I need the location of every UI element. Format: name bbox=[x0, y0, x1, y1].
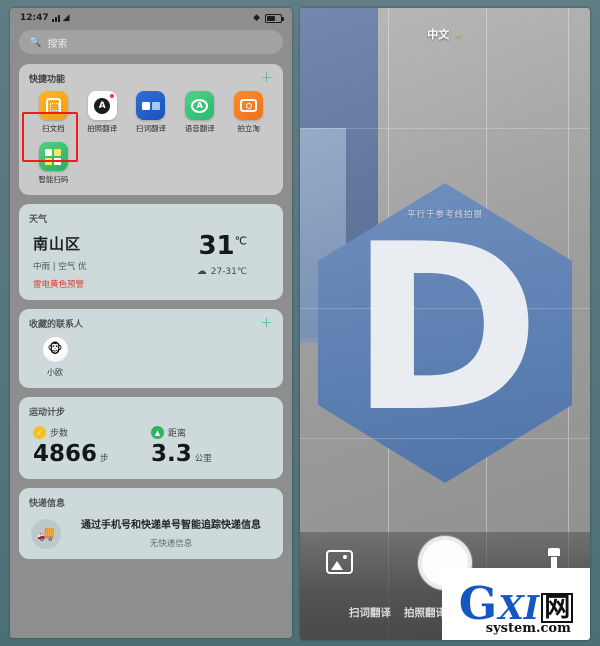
cloud-rain-icon: ☁ bbox=[196, 266, 207, 277]
steps-title: 运动计步 bbox=[29, 408, 66, 418]
quick-function-label: 扫文档 bbox=[42, 124, 65, 133]
quick-function-label: 智能扫码 bbox=[38, 175, 69, 184]
scan-document-icon bbox=[38, 91, 68, 120]
quick-functions-title: 快捷功能 bbox=[29, 75, 66, 85]
distance-icon: ▲ bbox=[151, 426, 164, 439]
photo-translate-icon: A bbox=[87, 91, 117, 120]
chevron-down-icon: ⌄ bbox=[454, 28, 463, 40]
distance-value: 3.3 bbox=[151, 441, 192, 467]
weather-temp-value: 31 bbox=[198, 231, 235, 261]
tab-photo-translate[interactable]: 拍照翻译 bbox=[404, 605, 446, 620]
quick-functions-grid: 扫文档 A 拍照翻译 扫词翻译 A 语音翻译 拍立淘 智能扫码 bbox=[29, 91, 273, 185]
quick-function-photo-translate[interactable]: A 拍照翻译 bbox=[78, 91, 127, 134]
express-card[interactable]: 快递信息 🚚 通过手机号和快递单号智能追踪快递信息 无快递信息 bbox=[19, 488, 283, 559]
steps-metric-value: 4866 步 bbox=[33, 441, 151, 467]
contacts-card: 收藏的联系人 + 🐵 小欧 bbox=[19, 309, 283, 388]
weather-card[interactable]: 天气 南山区 中雨 | 空气 优 雷电黄色预警 31℃ ☁ 27-31℃ bbox=[19, 204, 283, 300]
watermark-xi: XI bbox=[498, 588, 540, 628]
watermark: G XI 网 system.com bbox=[442, 568, 590, 640]
delivery-truck-icon: 🚚 bbox=[31, 519, 61, 549]
quick-function-label: 拍照翻译 bbox=[87, 124, 118, 133]
quick-function-label: 拍立淘 bbox=[237, 124, 260, 133]
gallery-icon[interactable] bbox=[326, 550, 353, 574]
express-title: 快递信息 bbox=[29, 499, 66, 509]
weather-title: 天气 bbox=[29, 215, 48, 225]
footprint-icon: ✓ bbox=[33, 426, 46, 439]
express-empty-text: 无快递信息 bbox=[149, 538, 193, 549]
steps-metric-count: ✓ 步数 4866 步 bbox=[33, 426, 151, 467]
distance-metric-label: 距离 bbox=[168, 429, 187, 439]
language-selector[interactable]: 中文 ⌄ bbox=[300, 26, 590, 42]
search-placeholder: 搜索 bbox=[47, 38, 68, 50]
capture-hint-text: 平行于参考线拍摄 bbox=[406, 210, 483, 220]
quick-function-shopping-camera[interactable]: 拍立淘 bbox=[224, 91, 273, 134]
search-icon: 🔍 bbox=[29, 36, 42, 48]
quick-function-label: 扫词翻译 bbox=[135, 124, 166, 133]
signal-bars-icon bbox=[51, 14, 60, 22]
word-translate-icon bbox=[136, 91, 166, 120]
screenshot-root: 12:47 ◢ ◆ 🔍 搜索 快捷功能 + 扫文档 A 拍照翻译 扫词翻译 A … bbox=[0, 0, 600, 646]
status-time: 12:47 bbox=[20, 13, 49, 23]
distance-metric-value: 3.3 公里 bbox=[151, 441, 269, 467]
dnd-icon: ◆ bbox=[253, 13, 260, 23]
watermark-subtitle: system.com bbox=[485, 621, 571, 637]
steps-card[interactable]: 运动计步 ✓ 步数 4866 步 ▲ 距离 3.3 公里 bbox=[19, 397, 283, 479]
quick-function-qr-scan[interactable]: 智能扫码 bbox=[29, 142, 78, 185]
camera-scan-screen: D 中文 ⌄ 平行于参考线拍摄 扫词翻译 拍照翻译 G XI 网 system.… bbox=[300, 8, 590, 640]
tab-word-translate[interactable]: 扫词翻译 bbox=[349, 605, 391, 620]
express-description: 通过手机号和快递单号智能追踪快递信息 bbox=[81, 520, 261, 532]
contact-name: 小欧 bbox=[47, 368, 63, 377]
weather-alert: 雷电黄色预警 bbox=[33, 280, 85, 290]
quick-function-label: 语音翻译 bbox=[184, 124, 215, 133]
steps-count: 4866 bbox=[33, 441, 98, 467]
weather-range: ☁ 27-31℃ bbox=[197, 266, 247, 277]
contacts-title: 收藏的联系人 bbox=[29, 320, 84, 330]
qr-scan-icon bbox=[38, 142, 68, 171]
phone-home-screen: 12:47 ◢ ◆ 🔍 搜索 快捷功能 + 扫文档 A 拍照翻译 扫词翻译 A … bbox=[10, 8, 292, 638]
weather-temperature: 31℃ bbox=[197, 233, 247, 259]
quick-function-voice-translate[interactable]: A 语音翻译 bbox=[175, 91, 224, 134]
weather-city: 南山区 bbox=[33, 235, 82, 253]
contacts-add-button[interactable]: + bbox=[260, 315, 273, 330]
quick-functions-card: 快捷功能 + 扫文档 A 拍照翻译 扫词翻译 A 语音翻译 拍立淘 智能扫码 bbox=[19, 64, 283, 195]
distance-unit: 公里 bbox=[194, 454, 212, 464]
shopping-camera-icon bbox=[234, 91, 264, 120]
language-label: 中文 bbox=[427, 28, 450, 41]
steps-metric-label: 步数 bbox=[50, 429, 69, 439]
search-input[interactable]: 🔍 搜索 bbox=[19, 30, 283, 54]
steps-unit: 步 bbox=[100, 454, 109, 464]
right-phone-panel: D 中文 ⌄ 平行于参考线拍摄 扫词翻译 拍照翻译 G XI 网 system.… bbox=[300, 0, 600, 646]
watermark-net: 网 bbox=[541, 593, 574, 624]
wifi-icon: ◢ bbox=[62, 12, 70, 23]
avatar: 🐵 bbox=[41, 336, 69, 363]
weather-condition: 中雨 | 空气 优 bbox=[33, 262, 87, 272]
steps-metric-distance: ▲ 距离 3.3 公里 bbox=[151, 426, 269, 467]
weather-range-text: 27-31℃ bbox=[210, 266, 247, 277]
quick-function-word-translate[interactable]: 扫词翻译 bbox=[127, 91, 176, 134]
weather-temp-unit: ℃ bbox=[234, 234, 247, 248]
status-bar: 12:47 ◢ ◆ bbox=[10, 8, 292, 28]
contact-item[interactable]: 🐵 小欧 bbox=[35, 336, 75, 378]
voice-translate-icon: A bbox=[185, 91, 215, 120]
watermark-g: G bbox=[458, 576, 498, 630]
left-phone-panel: 12:47 ◢ ◆ 🔍 搜索 快捷功能 + 扫文档 A 拍照翻译 扫词翻译 A … bbox=[0, 0, 300, 646]
quick-functions-add-button[interactable]: + bbox=[260, 70, 273, 85]
battery-icon bbox=[265, 13, 284, 23]
quick-function-scan-document[interactable]: 扫文档 bbox=[29, 91, 78, 134]
